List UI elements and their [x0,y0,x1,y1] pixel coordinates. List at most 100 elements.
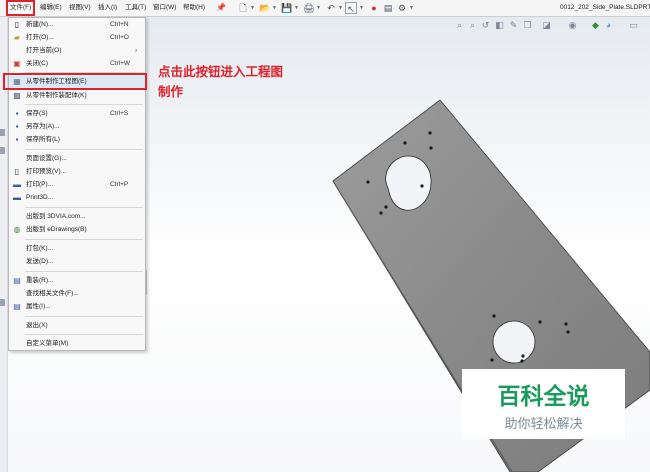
menu-item-label: 属性(I)... [26,303,51,310]
section-view-icon[interactable]: ◧ [494,20,505,31]
watermark-title: 百科全说 [497,384,590,410]
hide-show-icon[interactable]: ◉ [567,20,578,31]
chevron-down-icon[interactable]: ▼ [359,4,364,12]
gear-icon[interactable]: ⚙ [396,2,408,14]
menu-item-customize-menu[interactable]: 自定义菜单(M) [9,338,145,350]
menu-item-shortcut: Ctrl+P [110,181,129,188]
menu-item-new[interactable]: ▯ 新建(N)... Ctrl+N [9,19,145,31]
menu-separator [25,104,143,105]
menu-item-send[interactable]: 发送(D)... [9,256,145,268]
menu-item-pack[interactable]: 打包(K)... [9,243,145,255]
close-document-icon: ▣ [13,59,21,68]
menu-item-reload[interactable]: ▤ 重装(R)... [9,275,145,287]
menu-separator [25,239,143,240]
zoom-area-icon[interactable]: ⌕ [467,20,478,31]
scene-icon[interactable]: ◕ [603,20,614,31]
pin-icon[interactable]: 📌 [216,3,226,13]
menu-item-open[interactable]: ▰ 打开(O)... Ctrl+O [9,32,145,44]
menu-item-label: 打开当前(O) [26,47,62,54]
menu-item-print-preview[interactable]: ▯ 打印预览(V)... [9,166,145,178]
print3d-icon: ▬ [13,193,21,202]
file-menu: ▯ 新建(N)... Ctrl+N ▰ 打开(O)... Ctrl+O 打开当前… [3,17,147,351]
menu-item-save[interactable]: ▪ 保存(S) Ctrl+S [9,108,145,120]
menu-item-label: 从零件制作装配体(K) [26,92,87,99]
menu-item-label: 查找相关文件(F)... [26,290,79,297]
properties-icon: ▤ [13,302,21,311]
display-style-icon[interactable]: ◪ [541,20,552,31]
menu-item-close[interactable]: ▣ 关闭(C) Ctrl+W [9,58,145,70]
chevron-down-icon[interactable]: ▼ [294,4,299,12]
menu-bar: 文件(F) 编辑(E) 视图(V) 插入(I) 工具(T) 窗口(W) 帮助(H… [0,0,650,17]
menu-item-exit[interactable]: 退出(X) [9,320,145,332]
menu-item-label: 发送(D)... [26,258,54,265]
menu-item-print[interactable]: ▬ 打印(P)... Ctrl+P [9,179,145,191]
menu-item-find-references[interactable]: 查找相关文件(F)... [9,288,145,300]
menu-item-label: 另存为(A)... [26,123,60,130]
menu-separator [25,316,143,317]
new-document-icon[interactable]: 🗋 [237,2,249,14]
menu-item-save-as[interactable]: ▪ 另存为(A)... [9,121,145,133]
chevron-right-icon: › [135,47,138,54]
open-folder-icon[interactable]: 📂 [259,2,271,14]
menu-item-label: 关闭(C) [26,60,49,67]
assembly-from-part-icon: ▩ [13,91,21,100]
menu-item-label: Print3D... [26,194,54,201]
pane-divider [146,270,147,295]
previous-view-icon[interactable]: ↺ [480,20,491,31]
zoom-to-fit-icon[interactable]: ⌕ [454,20,465,31]
menu-item-print3d[interactable]: ▬ Print3D... [9,192,145,204]
open-folder-icon: ▰ [13,33,21,42]
highlight-box [3,73,147,90]
chevron-down-icon[interactable]: ▼ [338,4,343,12]
monitor-icon[interactable]: ▭ [628,20,639,31]
rebuild-icon[interactable]: ● [368,2,380,14]
menu-item-label: 打印(P)... [26,181,54,188]
menu-help[interactable]: 帮助(H) [181,0,207,16]
bearing-hole [492,320,536,364]
menu-item-publish-3dvia[interactable]: 出版到 3DVIA.com... [9,211,145,223]
chevron-down-icon[interactable]: ▼ [250,4,255,12]
menu-item-open-current[interactable]: 打开当前(O) › [9,45,145,57]
watermark-subtitle: 助你轻松解决 [504,417,583,432]
menu-item-page-setup[interactable]: 页面设置(G)... [9,153,145,165]
menu-item-label: 出版到 3DVIA.com... [26,213,86,220]
menu-view[interactable]: 视图(V) [67,0,93,16]
menu-item-label: 新建(N)... [26,21,54,28]
chevron-down-icon[interactable]: ▼ [272,4,277,12]
menu-insert[interactable]: 插入(I) [96,0,119,16]
menu-item-label: 出版到 eDrawings(B) [26,226,87,233]
menu-separator [25,334,143,335]
view-orientation-icon[interactable]: ❒ [522,20,533,31]
dynamic-annotation-icon[interactable]: ✎ [508,20,519,31]
print-icon: ▬ [13,180,21,189]
print-icon[interactable]: 🖨 [303,2,315,14]
select-pointer-icon[interactable]: ↖ [345,2,357,14]
document-title: 0012_202_Side_Plate.SLDPRT [560,4,650,11]
menu-item-properties[interactable]: ▤ 属性(I)... [9,301,145,313]
file-properties-icon[interactable]: ▤ [382,2,394,14]
undo-icon[interactable]: ↶ [325,2,337,14]
menu-item-label: 打包(K)... [26,245,54,252]
edrawings-icon: ◍ [13,225,21,234]
chevron-down-icon[interactable]: ▼ [316,4,321,12]
menu-item-label: 打开(O)... [26,34,54,41]
appearance-icon[interactable]: ◆ [590,20,601,31]
menu-file[interactable]: 文件(F) [6,0,36,16]
new-document-icon: ▯ [14,20,20,29]
menu-item-save-all[interactable]: ▪ 保存所有(L) [9,134,145,146]
reload-icon: ▤ [13,276,21,285]
menu-separator [25,149,143,150]
strip-marker [0,129,5,136]
menu-item-label: 保存所有(L) [26,136,60,143]
menu-window[interactable]: 窗口(W) [151,0,178,16]
menu-item-publish-edrawings[interactable]: ◍ 出版到 eDrawings(B) [9,224,145,236]
chevron-down-icon[interactable]: ▼ [409,4,414,12]
menu-item-label: 打印预览(V)... [26,168,67,175]
menu-tools[interactable]: 工具(T) [123,0,148,16]
menu-edit[interactable]: 编辑(E) [38,0,64,16]
menu-item-make-assembly-from-part[interactable]: ▩ 从零件制作装配体(K) [9,90,145,102]
save-icon[interactable]: 💾 [281,2,293,14]
save-icon: ▪ [15,109,19,118]
print-preview-icon: ▯ [14,167,20,176]
menu-item-shortcut: Ctrl+O [110,34,129,41]
